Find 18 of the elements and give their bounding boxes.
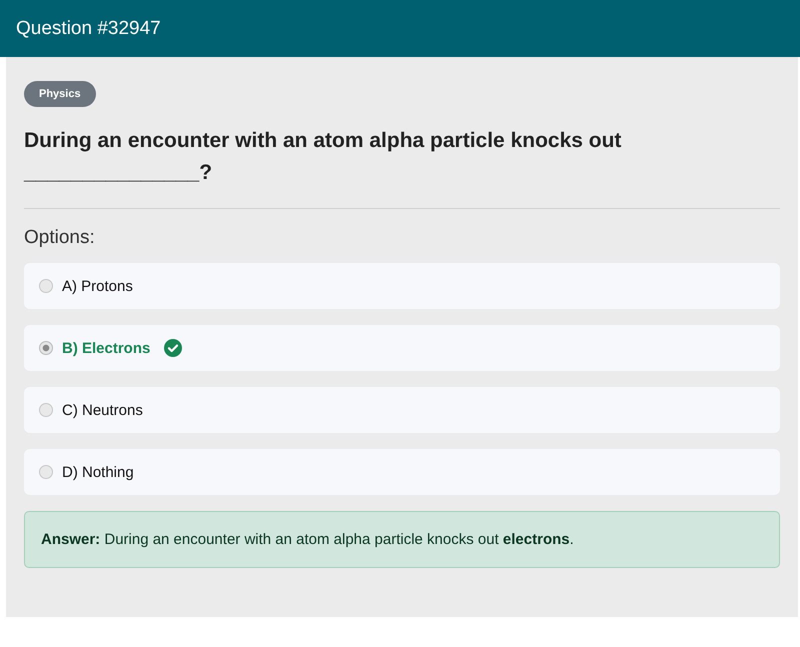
option-label: D) Nothing [62,464,134,480]
check-circle-icon [164,339,182,357]
question-text: During an encounter with an atom alpha particle knocks out _______________? [24,128,622,186]
radio-button[interactable] [39,341,53,355]
option-label: A) Protons [62,278,133,294]
category-tag: Physics [24,81,96,107]
option-row[interactable]: D) Nothing [24,449,780,495]
option-row[interactable]: B) Electrons [24,325,780,371]
radio-button[interactable] [39,403,53,417]
radio-button[interactable] [39,465,53,479]
answer-text: Answer: During an encounter with an atom alpha particle knocks out electrons. [41,531,574,548]
radio-button[interactable] [39,279,53,293]
option-label: C) Neutrons [62,402,143,418]
option-row[interactable]: C) Neutrons [24,387,780,433]
options-label: Options: [24,227,96,249]
question-title: Question #32947 [16,18,161,40]
option-label: B) Electrons [62,340,150,356]
option-row[interactable]: A) Protons [24,263,780,309]
